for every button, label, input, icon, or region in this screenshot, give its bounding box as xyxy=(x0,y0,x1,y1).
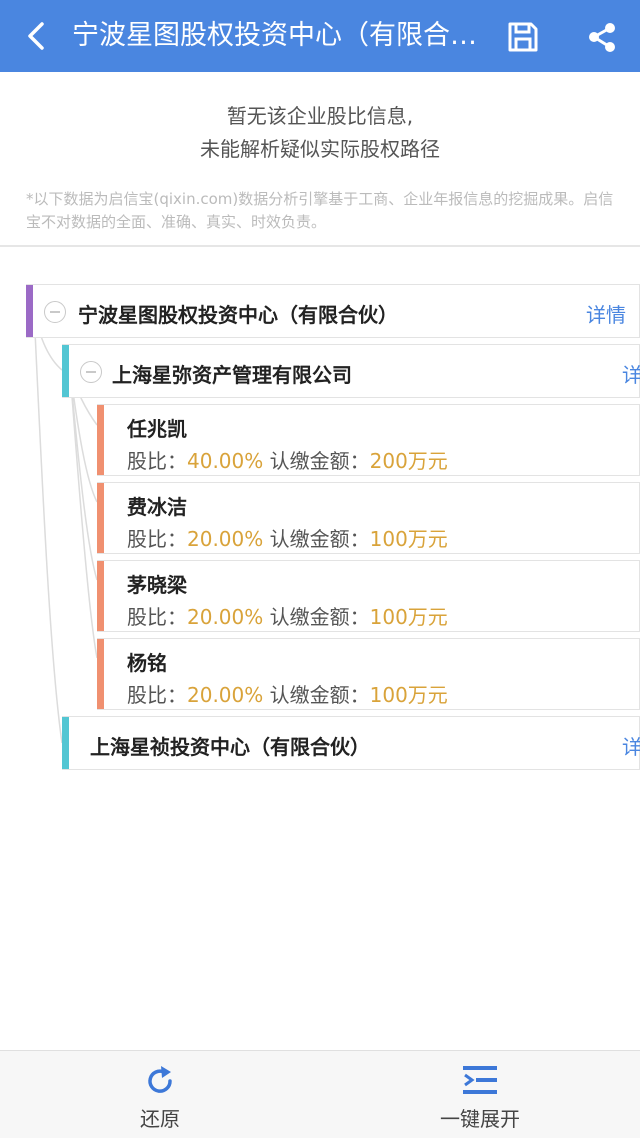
ratio-value: 20.00% xyxy=(187,527,264,551)
person-stripe xyxy=(97,483,104,553)
child-detail-link[interactable]: 详 xyxy=(622,359,640,388)
shareholder-info: 股比：20.00% 认缴金额：100万元 xyxy=(127,679,448,708)
bottom-toolbar: 还原 一键展开 xyxy=(0,1050,640,1138)
no-equity-notice: 暂无该企业股比信息, 未能解析疑似实际股权路径 xyxy=(0,100,640,166)
data-disclaimer: *以下数据为启信宝(qixin.com)数据分析引擎基于工商、企业年报信息的挖掘… xyxy=(26,190,614,231)
refresh-icon xyxy=(148,1066,172,1093)
notice-line-1: 暂无该企业股比信息, xyxy=(226,104,414,128)
expand-all-label: 一键展开 xyxy=(440,1107,520,1131)
person-stripe xyxy=(97,405,104,475)
amount-value: 100万元 xyxy=(369,527,448,551)
shareholder-name: 杨铭 xyxy=(127,651,167,675)
shareholder-card[interactable]: 杨铭 股比：20.00% 认缴金额：100万元 xyxy=(97,638,640,710)
amount-label: 认缴金额： xyxy=(269,449,370,473)
shareholder-name: 费冰洁 xyxy=(127,495,187,519)
company-stripe xyxy=(62,717,69,769)
tree-child-company: 上海星祯投资中心（有限合伙） 详 xyxy=(62,716,640,770)
page-title: 宁波星图股权投资中心（有限合… xyxy=(72,20,477,51)
root-detail-link[interactable]: 详情 xyxy=(586,299,626,328)
shareholder-name: 任兆凯 xyxy=(127,417,187,441)
ratio-value: 20.00% xyxy=(187,605,264,629)
child-company-name[interactable]: 上海星弥资产管理有限公司 xyxy=(112,359,352,388)
restore-button[interactable]: 还原 xyxy=(80,1051,240,1139)
child-company-name[interactable]: 上海星祯投资中心（有限合伙） xyxy=(90,731,370,760)
root-company-name[interactable]: 宁波星图股权投资中心（有限合伙） xyxy=(78,299,398,328)
tree-child-company: 上海星弥资产管理有限公司 详 xyxy=(62,344,640,398)
company-stripe xyxy=(62,345,69,397)
ratio-label: 股比： xyxy=(127,683,187,707)
person-stripe xyxy=(97,561,104,631)
child-detail-link[interactable]: 详 xyxy=(622,731,640,760)
ratio-label: 股比： xyxy=(127,527,187,551)
notice-line-2: 未能解析疑似实际股权路径 xyxy=(200,137,440,161)
amount-label: 认缴金额： xyxy=(269,605,370,629)
ratio-label: 股比： xyxy=(127,605,187,629)
divider xyxy=(0,245,640,247)
back-arrow-icon[interactable] xyxy=(22,20,54,52)
root-stripe xyxy=(26,285,33,337)
tree-root-company: 宁波星图股权投资中心（有限合伙） 详情 xyxy=(26,284,640,338)
shareholder-name: 茅晓梁 xyxy=(127,573,187,597)
collapse-icon[interactable] xyxy=(44,301,66,323)
expand-all-button[interactable]: 一键展开 xyxy=(400,1051,560,1139)
amount-value: 100万元 xyxy=(369,683,448,707)
top-app-bar: 宁波星图股权投资中心（有限合… xyxy=(0,0,640,72)
shareholder-info: 股比：20.00% 认缴金额：100万元 xyxy=(127,601,448,630)
restore-label: 还原 xyxy=(140,1107,180,1131)
collapse-icon[interactable] xyxy=(80,361,102,383)
save-icon[interactable] xyxy=(506,20,540,54)
shareholder-card[interactable]: 费冰洁 股比：20.00% 认缴金额：100万元 xyxy=(97,482,640,554)
shareholder-info: 股比：40.00% 认缴金额：200万元 xyxy=(127,445,448,474)
amount-label: 认缴金额： xyxy=(269,527,370,551)
shareholder-info: 股比：20.00% 认缴金额：100万元 xyxy=(127,523,448,552)
expand-all-icon xyxy=(463,1066,497,1094)
shareholder-card[interactable]: 茅晓梁 股比：20.00% 认缴金额：100万元 xyxy=(97,560,640,632)
share-icon[interactable] xyxy=(585,20,619,54)
ratio-label: 股比： xyxy=(127,449,187,473)
ratio-value: 40.00% xyxy=(187,449,264,473)
amount-label: 认缴金额： xyxy=(269,683,370,707)
amount-value: 100万元 xyxy=(369,605,448,629)
shareholder-card[interactable]: 任兆凯 股比：40.00% 认缴金额：200万元 xyxy=(97,404,640,476)
ratio-value: 20.00% xyxy=(187,683,264,707)
person-stripe xyxy=(97,639,104,709)
amount-value: 200万元 xyxy=(369,449,448,473)
